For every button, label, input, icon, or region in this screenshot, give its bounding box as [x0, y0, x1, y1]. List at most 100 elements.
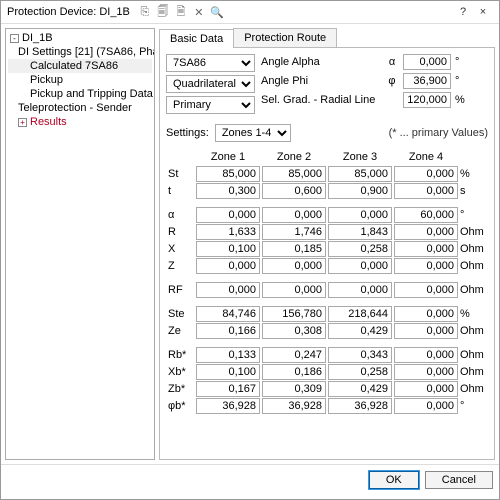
tool-del-icon[interactable]: ✕ [192, 5, 206, 19]
row-label: t [168, 183, 194, 199]
side-select[interactable]: Primary [166, 96, 255, 114]
dialog-buttons: OK Cancel [1, 464, 499, 495]
tree-item[interactable]: Pickup and Tripping Data [8, 87, 152, 101]
grid-cell[interactable] [394, 381, 458, 397]
grid-cell[interactable] [328, 381, 392, 397]
grid-cell[interactable] [262, 207, 326, 223]
close-icon[interactable]: × [473, 6, 493, 18]
grid-cell[interactable] [262, 258, 326, 274]
titlebar: Protection Device: DI_1B ⎘ 🗐 🗎 ✕ 🔍 ? × [1, 1, 499, 24]
grid-cell[interactable] [262, 183, 326, 199]
grid-cell[interactable] [394, 398, 458, 414]
tabbar: Basic Data Protection Route [159, 28, 495, 48]
param-input[interactable] [403, 92, 451, 108]
grid-cell[interactable] [196, 224, 260, 240]
grid-cell[interactable] [262, 364, 326, 380]
grid-cell[interactable] [262, 306, 326, 322]
grid-cell[interactable] [262, 347, 326, 363]
grid-cell[interactable] [394, 166, 458, 182]
tool-dup-icon[interactable]: 🗐 [156, 5, 170, 19]
grid-cell[interactable] [262, 166, 326, 182]
zone-grid: Zone 1Zone 2Zone 3Zone 4St%tsα°ROhmXOhmZ… [166, 148, 488, 415]
unit-label: ° [460, 207, 486, 223]
zone-header: Zone 2 [262, 149, 326, 165]
tree-item[interactable]: Calculated 7SA86 [8, 59, 152, 73]
grid-cell[interactable] [262, 282, 326, 298]
grid-cell[interactable] [328, 224, 392, 240]
unit-label: % [460, 166, 486, 182]
tree-item[interactable]: Teleprotection - Sender [8, 101, 152, 115]
grid-cell[interactable] [328, 306, 392, 322]
param-unit: ° [455, 75, 459, 87]
grid-cell[interactable] [328, 183, 392, 199]
grid-cell[interactable] [196, 282, 260, 298]
row-label: R [168, 224, 194, 240]
unit-label: Ohm [460, 258, 486, 274]
grid-cell[interactable] [394, 258, 458, 274]
settings-label: Settings: [166, 127, 209, 139]
grid-cell[interactable] [262, 224, 326, 240]
grid-cell[interactable] [328, 241, 392, 257]
grid-cell[interactable] [394, 224, 458, 240]
param-label: Angle Alpha [261, 56, 381, 68]
tool-find-icon[interactable]: 🔍 [210, 5, 224, 19]
grid-cell[interactable] [328, 282, 392, 298]
ok-button[interactable]: OK [369, 471, 419, 489]
cancel-button[interactable]: Cancel [425, 471, 493, 489]
tab-basic-data[interactable]: Basic Data [159, 29, 234, 48]
grid-cell[interactable] [394, 282, 458, 298]
param-unit: ° [455, 56, 459, 68]
grid-cell[interactable] [328, 398, 392, 414]
grid-cell[interactable] [394, 364, 458, 380]
grid-cell[interactable] [196, 306, 260, 322]
grid-cell[interactable] [196, 241, 260, 257]
primary-hint: (* ... primary Values) [389, 127, 488, 139]
unit-label: Ohm [460, 381, 486, 397]
grid-cell[interactable] [196, 258, 260, 274]
grid-cell[interactable] [394, 323, 458, 339]
tree-item[interactable]: DI Settings [21] (7SA86, Phase) [8, 45, 152, 59]
grid-cell[interactable] [394, 306, 458, 322]
zone-header: Zone 4 [394, 149, 458, 165]
grid-cell[interactable] [196, 381, 260, 397]
grid-cell[interactable] [394, 207, 458, 223]
grid-cell[interactable] [196, 398, 260, 414]
grid-cell[interactable] [196, 207, 260, 223]
grid-cell[interactable] [262, 381, 326, 397]
row-label: Z [168, 258, 194, 274]
grid-cell[interactable] [328, 347, 392, 363]
param-label: Sel. Grad. - Radial Line [261, 94, 381, 106]
param-sym: φ [385, 75, 399, 87]
unit-label: Ohm [460, 224, 486, 240]
grid-cell[interactable] [394, 183, 458, 199]
zones-select[interactable]: Zones 1-4 [215, 124, 291, 142]
tool-doc-icon[interactable]: 🗎 [174, 5, 188, 19]
grid-cell[interactable] [262, 241, 326, 257]
tree-root[interactable]: -DI_1B [8, 31, 152, 45]
tab-protection-route[interactable]: Protection Route [233, 28, 337, 47]
grid-cell[interactable] [196, 166, 260, 182]
grid-cell[interactable] [196, 364, 260, 380]
grid-cell[interactable] [262, 398, 326, 414]
device-select[interactable]: 7SA86 [166, 54, 255, 72]
param-input[interactable] [403, 54, 451, 70]
grid-cell[interactable] [262, 323, 326, 339]
grid-cell[interactable] [328, 364, 392, 380]
grid-cell[interactable] [196, 347, 260, 363]
grid-cell[interactable] [196, 183, 260, 199]
grid-cell[interactable] [328, 258, 392, 274]
grid-cell[interactable] [328, 166, 392, 182]
tree-item[interactable]: +Results [8, 115, 152, 129]
unit-label: Ohm [460, 282, 486, 298]
help-icon[interactable]: ? [453, 6, 473, 18]
param-label: Angle Phi [261, 75, 381, 87]
grid-cell[interactable] [394, 241, 458, 257]
tool-copy-icon[interactable]: ⎘ [138, 5, 152, 19]
grid-cell[interactable] [328, 207, 392, 223]
grid-cell[interactable] [394, 347, 458, 363]
shape-select[interactable]: Quadrilateral [166, 75, 255, 93]
grid-cell[interactable] [328, 323, 392, 339]
grid-cell[interactable] [196, 323, 260, 339]
tree-item[interactable]: Pickup [8, 73, 152, 87]
param-input[interactable] [403, 73, 451, 89]
